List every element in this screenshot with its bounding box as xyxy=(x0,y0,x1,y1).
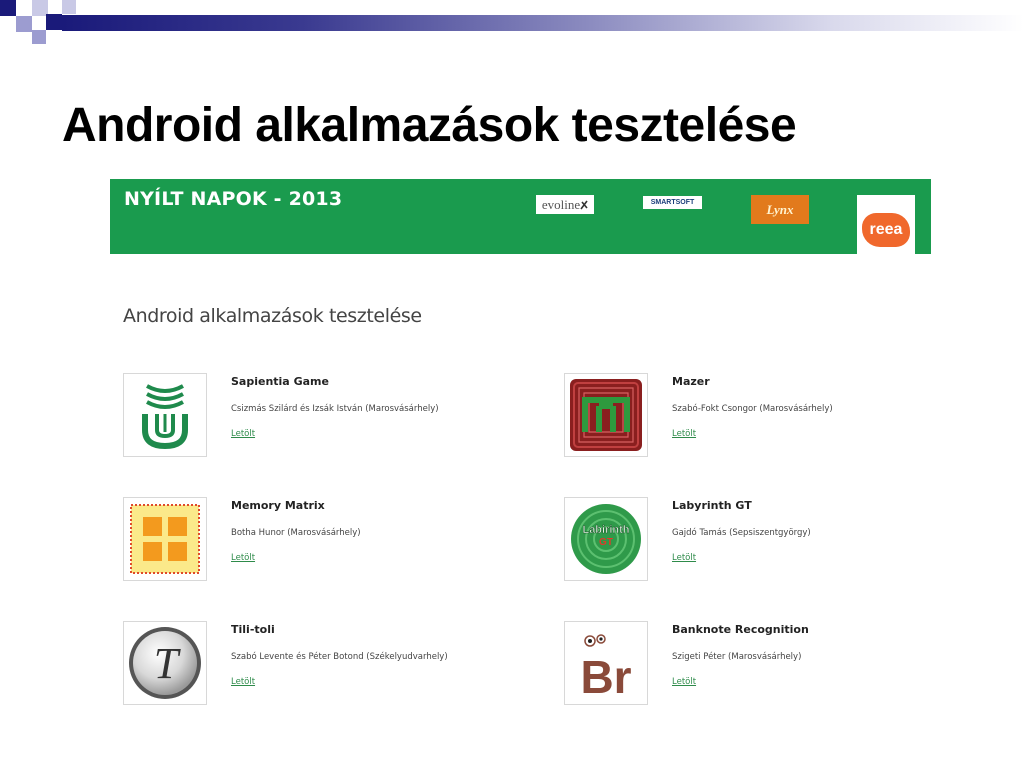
app-title: Banknote Recognition xyxy=(672,623,809,636)
deco-square xyxy=(46,14,62,30)
deco-square xyxy=(0,0,16,16)
slide-decoration xyxy=(0,0,1024,60)
download-link[interactable]: Letölt xyxy=(231,429,255,439)
app-thumbnail: T xyxy=(123,621,207,705)
app-title: Labyrinth GT xyxy=(672,499,752,512)
sapientia-logo-icon xyxy=(142,384,188,450)
memory-grid-icon xyxy=(130,504,200,574)
app-thumbnail: Br xyxy=(564,621,648,705)
deco-square xyxy=(32,30,46,44)
download-link[interactable]: Letölt xyxy=(672,677,696,687)
labyrinth-disc-icon: Labirinth GT xyxy=(571,504,641,574)
app-item: T Tili-toli Szabó Levente és Péter Boton… xyxy=(123,621,503,711)
app-title: Mazer xyxy=(672,375,710,388)
app-title: Memory Matrix xyxy=(231,499,325,512)
app-author: Botha Hunor (Marosvásárhely) xyxy=(231,528,361,538)
app-author: Gajdó Tamás (Sepsiszentgyörgy) xyxy=(672,528,811,538)
app-item: Br Banknote Recognition Szigeti Péter (M… xyxy=(564,621,944,711)
app-author: Szabó Levente és Péter Botond (Székelyud… xyxy=(231,652,448,662)
app-thumbnail: Labirinth GT xyxy=(564,497,648,581)
download-link[interactable]: Letölt xyxy=(231,677,255,687)
app-title: Sapientia Game xyxy=(231,375,329,388)
app-thumbnail xyxy=(123,497,207,581)
br-icon-text: Br xyxy=(580,651,631,701)
app-item: Labirinth GT Labyrinth GT Gajdó Tamás (S… xyxy=(564,497,944,587)
website-screenshot: NYÍLT NAPOK - 2013 evoline SMARTSOFT Lyn… xyxy=(110,179,931,719)
app-item: Sapientia Game Csizmás Szilárd és Izsák … xyxy=(123,373,503,463)
deco-gradient-bar xyxy=(62,15,1024,31)
deco-square xyxy=(62,0,76,14)
labyrinth-icon-subtext: GT xyxy=(599,537,613,548)
deco-square xyxy=(16,16,32,32)
app-author: Csizmás Szilárd és Izsák István (Marosvá… xyxy=(231,404,439,414)
download-link[interactable]: Letölt xyxy=(672,429,696,439)
app-title: Tili-toli xyxy=(231,623,275,636)
download-link[interactable]: Letölt xyxy=(231,553,255,563)
maze-icon xyxy=(570,379,642,451)
br-monster-icon: Br xyxy=(580,634,632,701)
app-item: Memory Matrix Botha Hunor (Marosvásárhel… xyxy=(123,497,503,587)
slide-title: Android alkalmazások tesztelése xyxy=(62,99,797,152)
labyrinth-icon-text: Labirinth xyxy=(582,524,629,536)
app-author: Szigeti Péter (Marosvásárhely) xyxy=(672,652,802,662)
app-item: Mazer Szabó-Fokt Csongor (Marosvásárhely… xyxy=(564,373,944,463)
tili-toli-icon-letter: T xyxy=(154,639,182,688)
app-list: Sapientia Game Csizmás Szilárd és Izsák … xyxy=(110,179,931,719)
download-link[interactable]: Letölt xyxy=(672,553,696,563)
app-thumbnail xyxy=(564,373,648,457)
app-author: Szabó-Fokt Csongor (Marosvásárhely) xyxy=(672,404,833,414)
letter-t-icon: T xyxy=(129,627,201,699)
app-thumbnail xyxy=(123,373,207,457)
